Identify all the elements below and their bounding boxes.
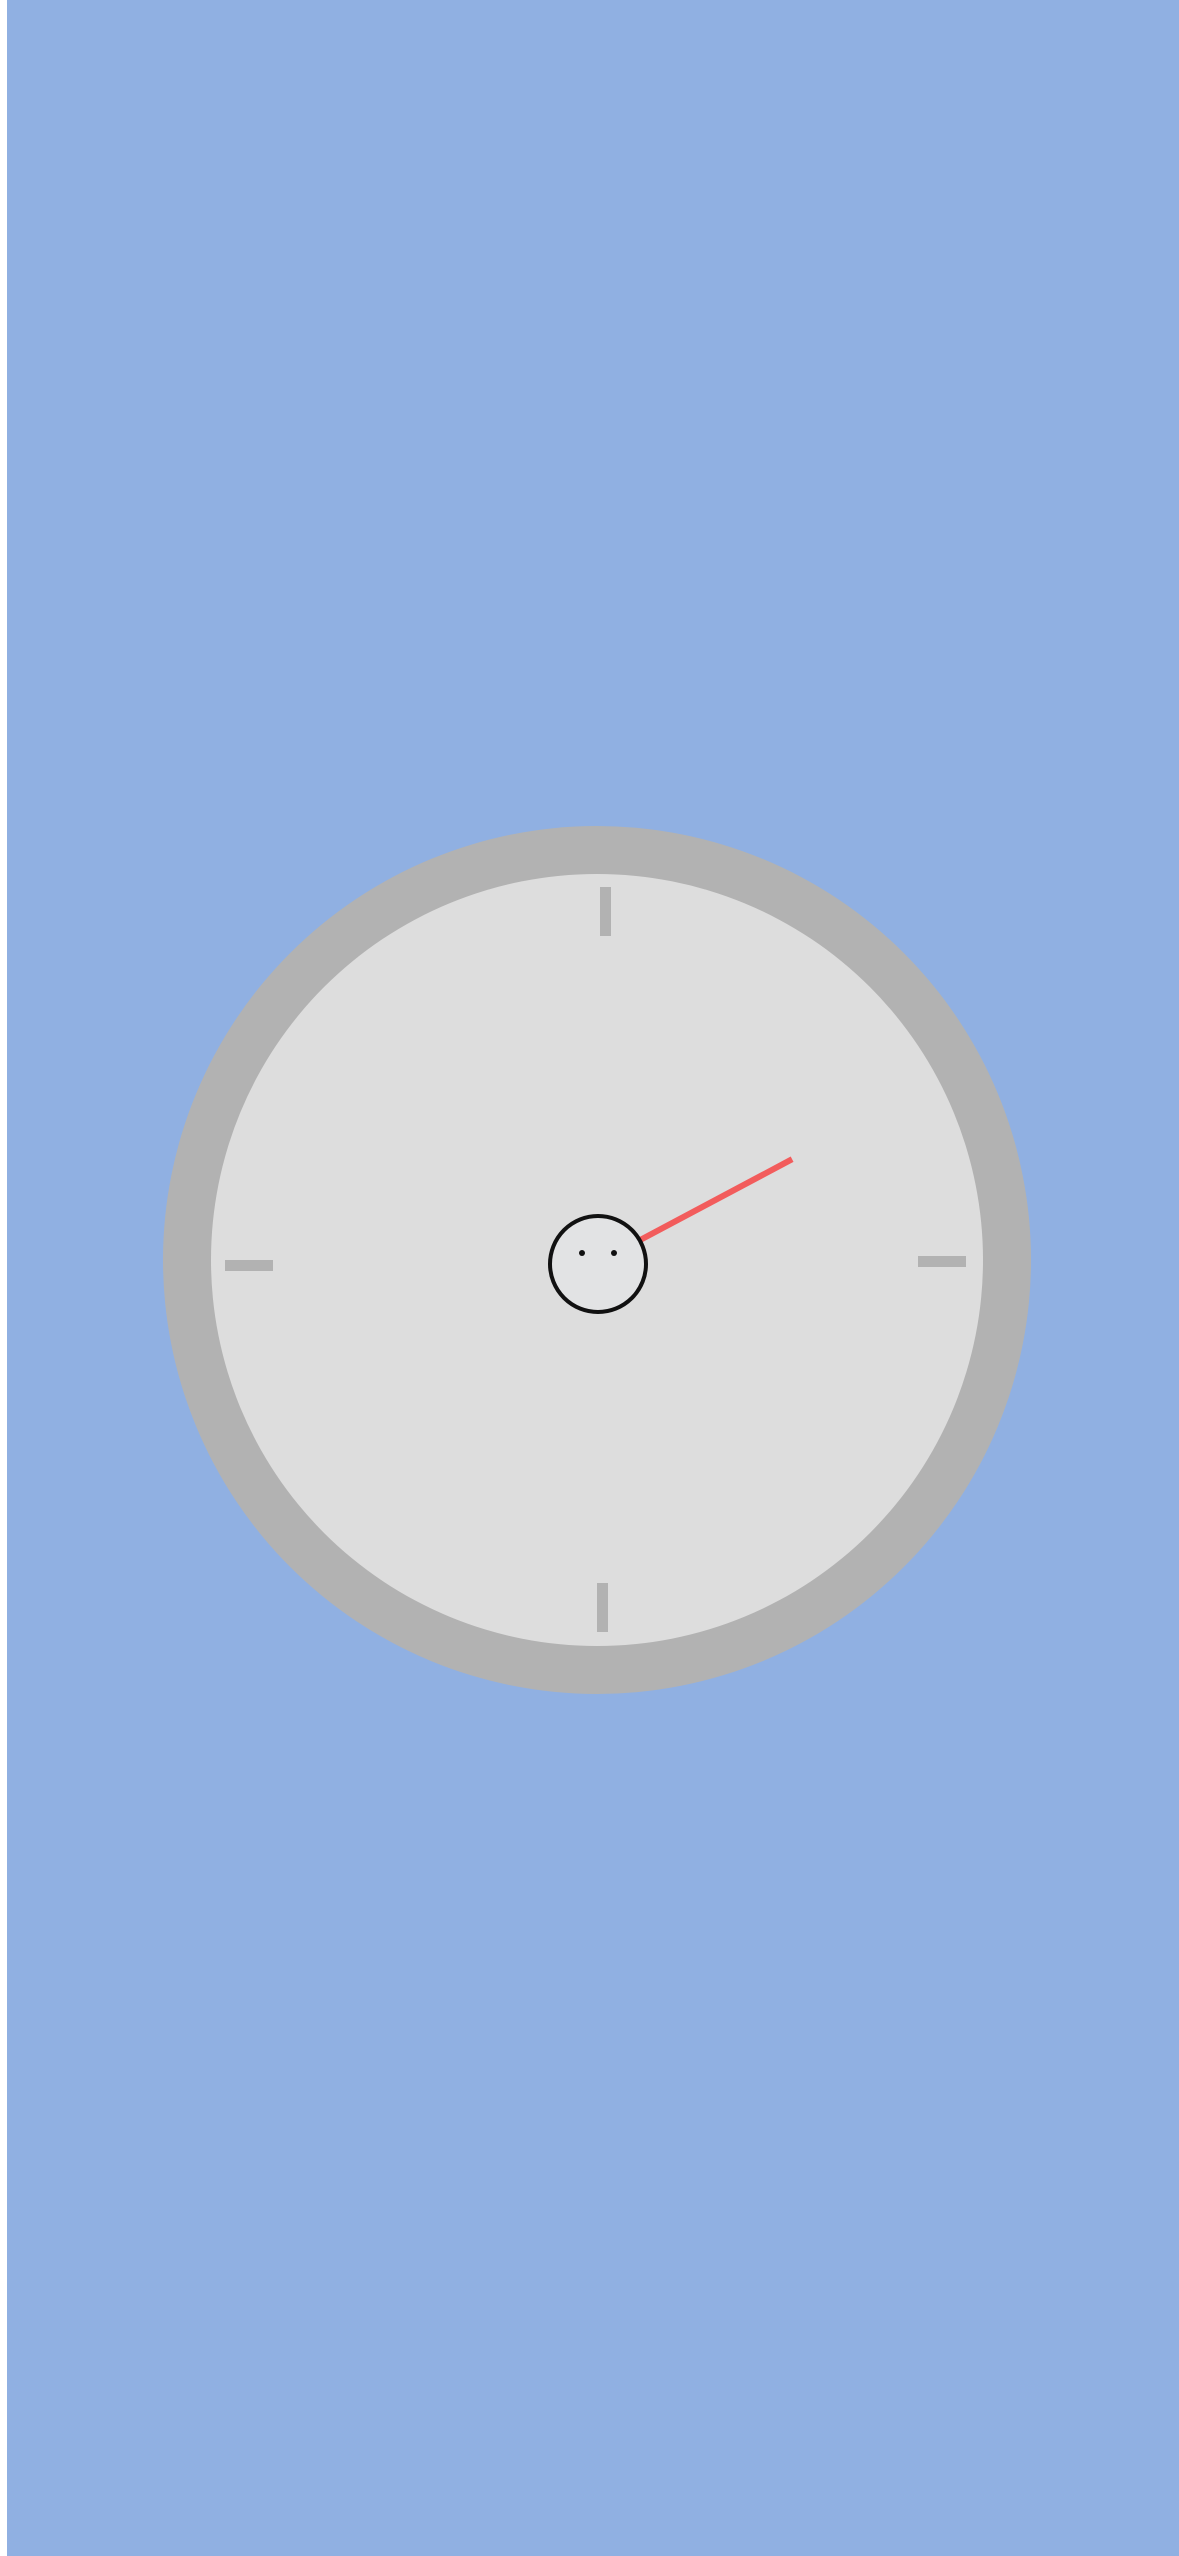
center-hub[interactable] [548, 1214, 648, 1314]
hub-right-eye-icon [611, 1250, 617, 1256]
hub-circle[interactable] [548, 1214, 648, 1314]
tick-mark-top [600, 887, 611, 936]
tick-mark-right [918, 1256, 966, 1267]
hub-left-eye-icon [579, 1250, 585, 1256]
tick-mark-bottom [597, 1583, 608, 1632]
tick-mark-left [225, 1260, 273, 1271]
compass-dial [163, 826, 1031, 1694]
